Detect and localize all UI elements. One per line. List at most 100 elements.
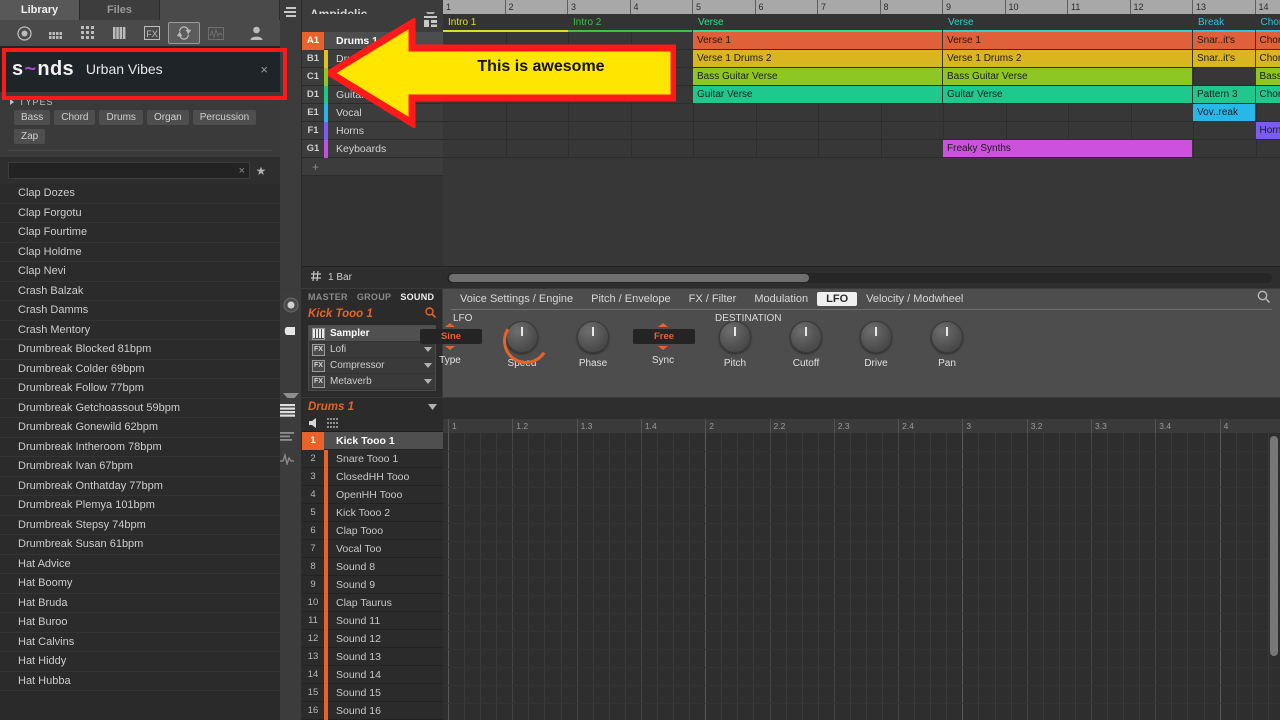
list-item[interactable]: Hat Buroo	[0, 613, 280, 633]
list-item[interactable]: Drumbreak Intheroom 78bpm	[0, 438, 280, 458]
decrement-arrow-icon[interactable]	[658, 346, 668, 350]
pads-grid-icon[interactable]	[72, 22, 104, 44]
tab-pitch-envelope[interactable]: Pitch / Envelope	[582, 292, 680, 306]
type-chip-chord[interactable]: Chord	[54, 110, 95, 125]
list-item[interactable]: Drumbreak Getchoassout 59bpm	[0, 399, 280, 419]
keyboard-icon[interactable]	[104, 22, 136, 44]
timeline-ruler[interactable]: 1234567891011121314	[443, 0, 1280, 14]
waveform-icon[interactable]	[280, 452, 301, 470]
decrement-arrow-icon[interactable]	[445, 346, 455, 350]
sound-slot-row[interactable]: 5Kick Tooo 2	[302, 504, 443, 522]
fx-icon[interactable]: FX	[136, 22, 168, 44]
scene-label[interactable]: Verse	[943, 14, 1192, 32]
close-icon[interactable]: ×	[260, 62, 268, 77]
user-icon[interactable]	[240, 22, 272, 44]
list-item[interactable]: Clap Fourtime	[0, 223, 280, 243]
list-item[interactable]: Hat Bruda	[0, 594, 280, 614]
list-item[interactable]: Clap Holdme	[0, 243, 280, 263]
tab-library[interactable]: Library	[0, 0, 80, 20]
list-item[interactable]: Drumbreak Plemya 101bpm	[0, 496, 280, 516]
plugin-slot[interactable]: FXLofi	[309, 342, 435, 358]
grid-icon[interactable]	[327, 415, 338, 433]
list-item[interactable]: Clap Nevi	[0, 262, 280, 282]
horizontal-scrollbar[interactable]	[447, 273, 1272, 283]
grid-setting[interactable]: 1 Bar	[302, 271, 443, 284]
scene-label[interactable]: Break	[1193, 14, 1255, 32]
sound-slot-row[interactable]: 9Sound 9	[302, 576, 443, 594]
knob-speed[interactable]	[506, 321, 538, 353]
waveform-icon[interactable]	[200, 22, 232, 44]
control-speed[interactable]: Speed	[492, 321, 552, 369]
list-item[interactable]: Drumbreak Susan 61bpm	[0, 535, 280, 555]
sound-slot-row[interactable]: 12Sound 12	[302, 630, 443, 648]
star-icon[interactable]: ★	[250, 164, 272, 178]
control-type[interactable]: SineType	[420, 321, 480, 366]
sound-slot-row[interactable]: 8Sound 8	[302, 558, 443, 576]
all-icon[interactable]	[8, 22, 40, 44]
control-cutoff[interactable]: Cutoff	[776, 321, 836, 369]
tab-lfo[interactable]: LFO	[817, 292, 857, 306]
arrange-view-icon[interactable]	[284, 5, 298, 23]
arrangement-clip[interactable]: Freaky Synths	[943, 140, 1192, 157]
mute-icon[interactable]	[309, 415, 320, 433]
sound-slot-row[interactable]: 10Clap Taurus	[302, 594, 443, 612]
increment-arrow-icon[interactable]	[445, 323, 455, 327]
list-item[interactable]: Hat Boomy	[0, 574, 280, 594]
knob-row[interactable]: SineTypeSpeedPhaseFreeSyncPitchCutoffDri…	[443, 321, 1280, 393]
plug-icon[interactable]	[283, 324, 299, 343]
scene-label[interactable]: Chorus	[1256, 14, 1280, 32]
plugin-slot[interactable]: FXMetaverb	[309, 374, 435, 390]
sound-slot-row[interactable]: 11Sound 11	[302, 612, 443, 630]
control-sync[interactable]: FreeSync	[633, 321, 693, 366]
vertical-scrollbar[interactable]	[1270, 436, 1278, 656]
arrangement-clip[interactable]: Guitar Verse	[943, 86, 1192, 103]
list-item[interactable]: Hat Advice	[0, 555, 280, 575]
knob-drive[interactable]	[860, 321, 892, 353]
list-item[interactable]: Drumbreak Ivan 67bpm	[0, 457, 280, 477]
tab-master[interactable]: MASTER	[308, 292, 348, 302]
sound-slot-row[interactable]: 13Sound 13	[302, 648, 443, 666]
list-item[interactable]: Hat Hiddy	[0, 652, 280, 672]
list-item[interactable]: Drumbreak Colder 69bpm	[0, 360, 280, 380]
search-results-list[interactable]: Clap DozesClap ForgotuClap FourtimeClap …	[0, 184, 280, 691]
arrangement-clip[interactable]: Pattern 3	[1193, 86, 1255, 103]
plugin-slot[interactable]: FXCompressor	[309, 358, 435, 374]
list-item[interactable]: Drumbreak Onthatday 77bpm	[0, 477, 280, 497]
arrangement-clip[interactable]: Bass Guitar Verse	[693, 68, 942, 85]
tab-voice-settings-engine[interactable]: Voice Settings / Engine	[451, 292, 582, 306]
arrangement-clip[interactable]: Chorus	[1256, 50, 1280, 67]
arrangement-clip[interactable]: Bass Guitar Verse	[943, 68, 1192, 85]
list-item[interactable]: Drumbreak Follow 77bpm	[0, 379, 280, 399]
increment-arrow-icon[interactable]	[658, 323, 668, 327]
add-track-button[interactable]: +	[302, 158, 443, 176]
arrangement-clip[interactable]: Vov..reak	[1193, 104, 1255, 121]
list-item[interactable]: Crash Balzak	[0, 282, 280, 302]
arrangement-clip[interactable]: Chor..	[1256, 86, 1280, 103]
arrangement-lane[interactable]: Freaky Synths	[443, 140, 1280, 158]
parameter-tab-bar[interactable]: Voice Settings / EnginePitch / EnvelopeF…	[443, 289, 1280, 309]
select-sync[interactable]: Free	[633, 329, 695, 344]
type-chip-drums[interactable]: Drums	[99, 110, 142, 125]
arrangement-clip[interactable]: Guitar Verse	[693, 86, 942, 103]
sound-slot-row[interactable]: 15Sound 15	[302, 684, 443, 702]
arrangement-clip[interactable]: Snar..it's	[1193, 50, 1255, 67]
arrangement-clip[interactable]: Horns	[1256, 122, 1280, 139]
sound-slot-row[interactable]: 4OpenHH Tooo	[302, 486, 443, 504]
knob-phase[interactable]	[577, 321, 609, 353]
arrangement-clip[interactable]: Bass S	[1256, 68, 1280, 85]
list-item[interactable]: Hat Calvins	[0, 633, 280, 653]
control-phase[interactable]: Phase	[563, 321, 623, 369]
scrollbar-thumb[interactable]	[449, 274, 809, 282]
sound-slot-row[interactable]: 1Kick Tooo 1	[302, 432, 443, 450]
tab-velocity-modwheel[interactable]: Velocity / Modwheel	[857, 292, 972, 306]
sound-slot-row[interactable]: 7Vocal Too	[302, 540, 443, 558]
control-pitch[interactable]: Pitch	[705, 321, 765, 369]
tab-group[interactable]: GROUP	[357, 292, 392, 302]
list-item[interactable]: Clap Dozes	[0, 184, 280, 204]
sound-slot-list[interactable]: 1Kick Tooo 12Snare Tooo 13ClosedHH Tooo4…	[302, 432, 443, 720]
plugin-slot[interactable]: Sampler	[309, 326, 435, 342]
arrangement-clip[interactable]: Verse 1 Drums 2	[943, 50, 1192, 67]
magnifier-icon[interactable]	[1257, 290, 1270, 308]
sound-slot-row[interactable]: 3ClosedHH Tooo	[302, 468, 443, 486]
type-chip-bass[interactable]: Bass	[14, 110, 50, 125]
